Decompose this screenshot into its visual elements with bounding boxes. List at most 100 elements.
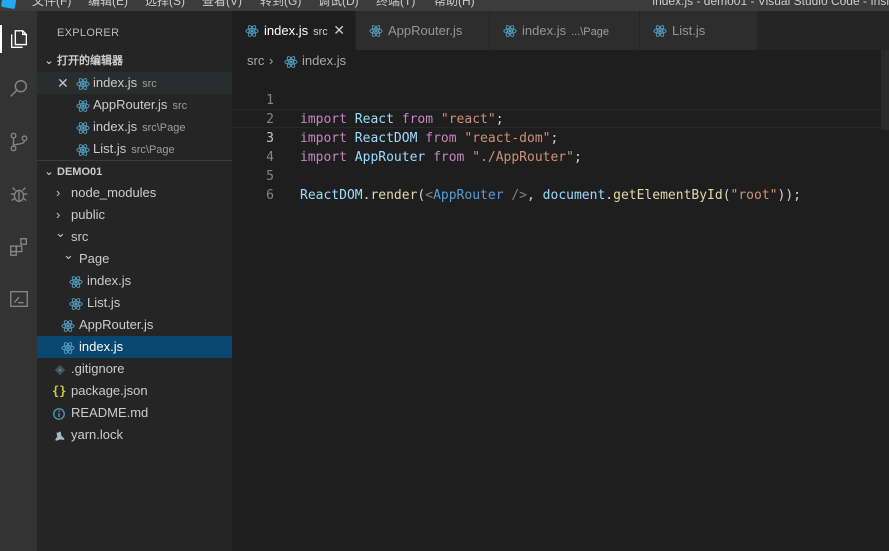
tree-file[interactable]: index.js [37,270,232,292]
open-editor-name: index.js [93,119,138,134]
react-file-icon [76,98,90,112]
tree-label: package.json [71,383,148,398]
explorer-title: EXPLORER [57,27,120,39]
chevron-down-icon: ⌄ [44,55,54,67]
code-editor[interactable]: 1 import React from "react"; 2 import Re… [232,72,889,551]
token-punct: )); [777,188,801,203]
menu-edit[interactable]: 编辑(E) [88,0,128,8]
tree-file[interactable]: {} package.json [37,380,232,402]
tree-label: index.js [79,339,124,354]
menu-terminal[interactable]: 终端(T) [376,0,415,8]
code-line: 1 import React from "react"; [232,72,889,127]
menu-help[interactable]: 帮助(H) [434,0,475,8]
tree-file[interactable]: yarn.lock [37,424,232,446]
chevron-right-icon: › [56,185,61,200]
react-file-icon [76,142,90,156]
tab-label: index.js [522,23,567,38]
token-string: "root" [730,188,778,203]
react-file-icon [61,318,75,332]
breadcrumb-file[interactable]: index.js [302,50,346,72]
tab-label: index.js [264,23,309,38]
remote-icon[interactable] [0,279,37,319]
tab-label: AppRouter.js [388,23,463,38]
tree-folder[interactable]: › public [37,204,232,226]
open-editor-name: List.js [93,141,127,156]
token-function: render [370,188,418,203]
tree-label: List.js [87,295,121,310]
debug-icon[interactable] [0,174,37,214]
react-file-icon [69,296,83,310]
tab-label: List.js [672,23,706,38]
token-punct: , [527,188,543,203]
code-line: 6 [232,167,889,203]
tree-file[interactable]: README.md [37,402,232,424]
menu-go[interactable]: 转到(G) [260,0,301,8]
react-file-icon [284,54,298,68]
window-title: index.js - demo01 - Visual Studio Code -… [652,0,889,8]
token-variable: ReactDOM [300,188,363,203]
line-number: 6 [266,188,274,203]
tab-approuter-js[interactable]: AppRouter.js [356,11,490,50]
tree-label: node_modules [71,185,157,200]
tree-folder[interactable]: › node_modules [37,182,232,204]
scrollbar[interactable] [881,50,889,130]
open-editor-name: index.js [93,75,138,90]
tree-file[interactable]: AppRouter.js [37,314,232,336]
files-icon[interactable] [0,19,37,59]
open-editor-item[interactable]: List.js src\Page [37,138,232,160]
tree-label: yarn.lock [71,427,124,442]
token-punct: ( [722,188,731,203]
json-file-icon: {} [52,384,67,398]
code-line: 2 import ReactDOM from "react-dom"; [232,91,889,146]
open-editors-header[interactable]: ⌄ 打开的编辑器 [37,50,232,72]
workspace-label: DEMO01 [57,166,103,178]
react-file-icon [61,340,75,354]
chevron-down-icon: ⌄ [44,166,54,178]
open-editor-item[interactable]: AppRouter.js src [37,94,232,116]
menu-view[interactable]: 查看(V) [202,0,242,8]
tree-label: Page [79,251,110,266]
menu-selection[interactable]: 选择(S) [145,0,185,8]
git-file-icon [53,362,67,376]
close-icon[interactable]: ✕ [57,72,69,94]
tree-label: .gitignore [71,361,125,376]
open-editors-label: 打开的编辑器 [57,55,123,67]
search-icon[interactable] [0,69,37,109]
react-file-icon [245,24,259,38]
editor-tabbar: index.js src ✕ AppRouter.js index.js ...\P… [232,11,889,50]
react-file-icon [503,24,517,38]
tree-label: README.md [71,405,149,420]
chevron-down-icon: ⌄ [55,225,66,240]
menu-debug[interactable]: 调试(D) [318,0,359,8]
close-icon[interactable]: ✕ [333,22,345,39]
code-line-current: 3 import AppRouter from "./AppRouter"; [232,109,889,165]
react-file-icon [369,24,383,38]
tree-label: public [71,207,105,222]
extensions-icon[interactable] [0,227,37,267]
token-tag-bracket: < [425,188,434,203]
open-editor-item[interactable]: ✕ index.js src [37,72,232,94]
menu-file[interactable]: 文件(F) [32,0,71,8]
open-editor-desc: src [142,78,157,90]
info-file-icon [52,406,66,420]
breadcrumb-folder[interactable]: src [247,50,264,72]
activity-bar [0,11,37,551]
react-file-icon [76,120,90,134]
chevron-right-icon: › [269,53,274,68]
open-editor-item[interactable]: index.js src\Page [37,116,232,138]
open-editor-name: AppRouter.js [93,97,168,112]
tree-folder[interactable]: ⌄ Page [37,247,232,270]
source-control-icon[interactable] [0,122,37,162]
react-file-icon [76,76,90,90]
tab-page-index-js[interactable]: index.js ...\Page [490,11,640,50]
code-line: 4 [232,129,889,165]
tab-index-js[interactable]: index.js src ✕ [232,11,356,50]
token-tag-bracket: /> [503,188,528,203]
tree-file[interactable]: .gitignore [37,358,232,380]
tree-label: index.js [87,273,132,288]
tree-file[interactable]: List.js [37,292,232,314]
tree-file-selected[interactable]: index.js [37,336,232,358]
tab-list-js[interactable]: List.js [640,11,758,50]
token-punct: . [605,188,614,203]
workspace-header[interactable]: ⌄ DEMO01 [37,160,232,182]
